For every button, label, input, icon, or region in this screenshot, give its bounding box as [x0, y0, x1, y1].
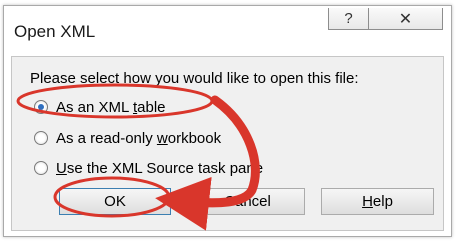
option-label: Use the XML Source task pane: [56, 159, 264, 177]
option-xml-source-pane[interactable]: Use the XML Source task pane: [34, 158, 263, 178]
option-label: As an XML table: [56, 98, 166, 116]
dialog-title: Open XML: [14, 22, 96, 41]
option-read-only-workbook[interactable]: As a read-only workbook: [34, 128, 221, 148]
ok-button[interactable]: OK: [59, 188, 171, 215]
dialog-body: Please select how you would like to open…: [11, 56, 444, 231]
radio-selected[interactable]: [34, 100, 48, 114]
prompt-label: Please select how you would like to open…: [30, 70, 359, 87]
radio-unselected[interactable]: [34, 131, 48, 145]
question-icon: ?: [344, 10, 353, 27]
help-button[interactable]: Help: [321, 188, 434, 215]
help-title-button[interactable]: ?: [328, 8, 368, 30]
radio-dot: [38, 104, 44, 110]
radio-unselected[interactable]: [34, 161, 48, 175]
option-xml-table[interactable]: As an XML table: [34, 97, 166, 117]
close-button[interactable]: ✕: [368, 8, 443, 30]
open-xml-dialog: Open XML ? ✕ Please select how you would…: [3, 5, 452, 237]
cancel-button[interactable]: Cancel: [190, 188, 305, 215]
option-label: As a read-only workbook: [56, 129, 222, 147]
close-icon: ✕: [398, 10, 413, 28]
